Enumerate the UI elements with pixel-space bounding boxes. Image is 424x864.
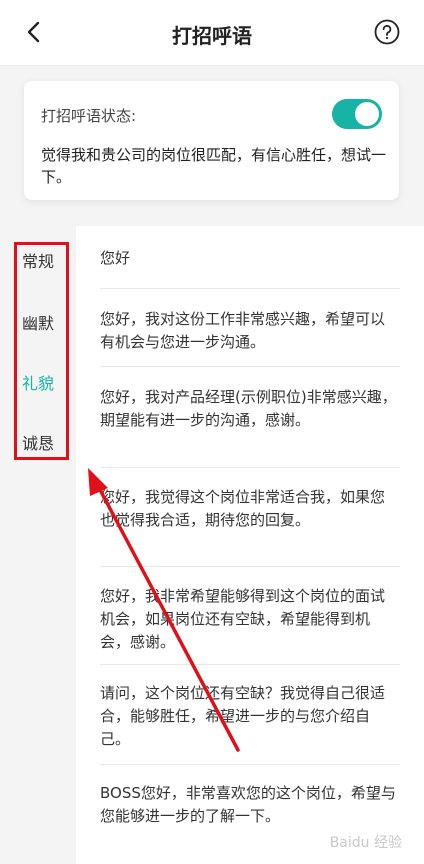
divider (100, 366, 400, 367)
divider (100, 566, 400, 567)
greeting-list: 您好 您好，我对这份工作非常感兴趣，希望可以有机会与您进一步沟通。 您好，我对产… (76, 226, 424, 864)
category-regular[interactable]: 常规 (22, 248, 54, 272)
greeting-item[interactable]: BOSS您好，非常喜欢您的这个岗位，希望与您能够进一步的了解一下。 (100, 782, 397, 828)
status-card: 打招呼语状态: 觉得我和贵公司的岗位很匹配，有信心胜任，想试一下。 (24, 81, 399, 200)
greeting-item[interactable]: 您好，我对这份工作非常感兴趣，希望可以有机会与您进一步沟通。 (100, 308, 397, 354)
current-greeting-text: 觉得我和贵公司的岗位很匹配，有信心胜任，想试一下。 (41, 146, 387, 186)
divider (100, 288, 400, 289)
watermark-text: Baidu 经验 (329, 835, 402, 851)
greeting-item[interactable]: 您好，我非常希望能够得到这个岗位的面试机会，如果岗位还有空缺，希望能得到机会，感… (100, 585, 397, 654)
question-circle-icon[interactable] (374, 19, 400, 45)
app-header: 打招呼语 (0, 0, 424, 66)
category-humor[interactable]: 幽默 (22, 310, 54, 334)
divider (100, 764, 400, 765)
greeting-item[interactable]: 您好，我对产品经理(示例职位)非常感兴趣，期望能有进一步的沟通，感谢。 (100, 386, 397, 432)
page-title: 打招呼语 (172, 24, 252, 48)
greeting-item[interactable]: 请问，这个岗位还有空缺？我觉得自己很适合，能够胜任，希望进一步的与您介绍自己。 (100, 682, 397, 751)
category-polite[interactable]: 礼貌 (22, 370, 54, 394)
category-sidebar: 常规 幽默 礼貌 诚恳 (0, 226, 76, 864)
category-sincere[interactable]: 诚恳 (22, 430, 54, 454)
divider (100, 467, 400, 468)
status-label: 打招呼语状态: (41, 107, 137, 125)
greeting-item[interactable]: 您好 (100, 247, 397, 270)
toggle-knob (355, 102, 379, 126)
greeting-item[interactable]: 您好，我觉得这个岗位非常适合我，如果您也觉得我合适，期待您的回复。 (100, 486, 397, 532)
divider (100, 664, 400, 665)
status-toggle[interactable] (332, 99, 382, 129)
